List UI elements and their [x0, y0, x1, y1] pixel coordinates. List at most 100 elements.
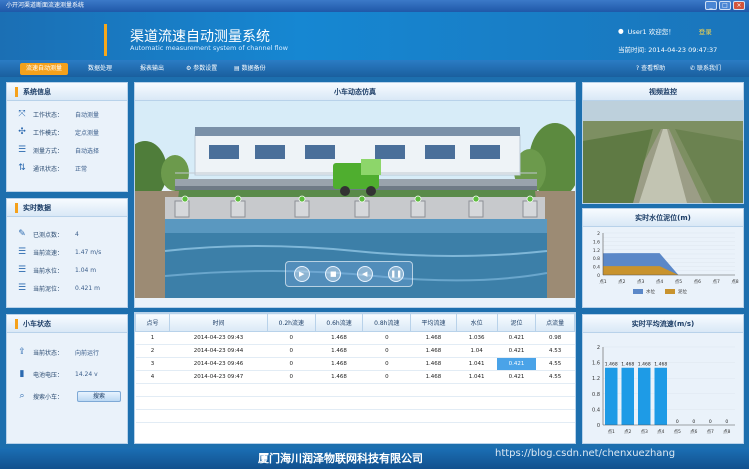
info-value: 自动选择 [75, 147, 100, 155]
table-row[interactable]: 1 2014-04-23 09:43 0 1.468 0 1.468 1.036 0.421 0… [135, 331, 575, 345]
menu-parameter-settings[interactable]: ⚙ 参数设置 [180, 63, 223, 75]
window-titlebar: 小开河渠道断面流速测量系统 _ □ × [0, 0, 749, 12]
panel-title: 实时数据 [23, 204, 51, 212]
x-tick-label: 点1 [599, 279, 606, 285]
speed-bar [638, 367, 651, 425]
column-header[interactable]: 时间 [169, 313, 268, 332]
simulation-header: 小车动态仿真 [135, 83, 575, 101]
y-tick-label: 0 [597, 423, 600, 429]
welcome-text: User1 欢迎您！ [627, 28, 675, 36]
video-feed-image [583, 101, 743, 203]
rewind-icon[interactable]: ◀ [356, 266, 373, 282]
x-tick-label: 点5 [675, 279, 682, 285]
table-row[interactable]: 2 2014-04-23 09:44 0 1.468 0 1.468 1.04 0.421 4.… [135, 344, 575, 358]
menu-report-output[interactable]: 报表输出 [134, 63, 170, 75]
time-value: 2014-04-23 09:47:37 [648, 46, 718, 54]
info-value: 14.24 v [75, 370, 98, 378]
x-tick-label: 点3 [641, 429, 648, 435]
measurement-table: 点号 时间 0.2h流速 0.6h流速 0.8h流速 平均流速 水位 泥位 点流量 1 2014-… [134, 313, 575, 423]
menu-auto-measure[interactable]: 流速自动测量 [20, 63, 69, 75]
window-controls: _ □ × [705, 1, 745, 10]
list-icon: ☰ [17, 145, 27, 155]
table-cell: 1.468 [410, 331, 457, 345]
table-cell: 0 [267, 370, 316, 384]
y-tick-label: 2 [597, 345, 600, 351]
table-cell: 0.421 [497, 370, 536, 384]
table-cell: 1.468 [410, 370, 457, 384]
x-tick-label: 点2 [618, 279, 625, 285]
table-cell: 1.041 [456, 370, 498, 384]
play-icon[interactable]: ▶ [293, 266, 310, 282]
maximize-button[interactable]: □ [719, 1, 731, 10]
info-row-speed: ☰ 当前流速： 1.47 m/s [7, 243, 127, 261]
info-value: 正常 [75, 165, 88, 173]
table-cell: 1.468 [410, 357, 457, 371]
menu-label: 数据备份 [241, 65, 266, 72]
legend-swatch-mud [665, 289, 675, 294]
table-cell: 0 [362, 344, 411, 358]
menu-data-processing[interactable]: 数据处理 [82, 63, 118, 75]
y-tick-label: 0.4 [592, 407, 600, 413]
table-cell: 0 [362, 331, 411, 345]
realtime-header: 实时数据 [7, 199, 127, 217]
list-icon: ☰ [17, 265, 27, 275]
menu-help[interactable]: ? 查看帮助 [630, 63, 671, 75]
column-header[interactable]: 0.6h流速 [314, 313, 364, 332]
watermark: https://blog.csdn.net/chenxuezhang [495, 448, 676, 459]
empty-row [135, 409, 575, 423]
info-label: 当前状态： [33, 349, 64, 357]
menu-contact[interactable]: ✆ 联系我们 [684, 63, 727, 75]
info-label: 当前泥位： [33, 285, 64, 293]
stop-icon[interactable]: ■ [325, 266, 342, 282]
company-name: 厦门海川润泽物联网科技有限公司 [258, 452, 423, 465]
minimize-button[interactable]: _ [705, 1, 717, 10]
panel-title: 系统信息 [23, 88, 51, 96]
sync-icon: ⇅ [18, 163, 26, 173]
table-cell: 2014-04-23 09:44 [169, 344, 268, 358]
y-tick-label: 2 [597, 231, 600, 237]
column-header[interactable]: 平均流速 [410, 313, 457, 332]
column-header[interactable]: 点流量 [535, 313, 575, 332]
info-label: 工作模式： [33, 129, 64, 137]
column-header[interactable]: 0.8h流速 [362, 313, 412, 332]
system-info-header: 系统信息 [7, 83, 127, 101]
close-button[interactable]: × [733, 1, 745, 10]
login-link[interactable]: 登录 [699, 26, 712, 36]
info-row-search-cart: ⌕ 搜索小车： 搜索 [7, 385, 127, 407]
pause-icon[interactable]: ❚❚ [388, 266, 405, 282]
menu-data-backup[interactable]: ▤ 数据备份 [228, 63, 272, 75]
y-tick-label: 0.4 [593, 265, 600, 271]
menu-label: 参数设置 [193, 65, 218, 72]
app-subtitle: Automatic measurement system of channel … [130, 44, 288, 52]
current-time: 当前时间: 2014-04-23 09:47:37 [618, 44, 717, 54]
column-header[interactable]: 泥位 [496, 313, 537, 332]
table-row[interactable]: 4 2014-04-23 09:47 0 1.468 0 1.468 1.041 0.421 4… [135, 370, 575, 384]
x-tick-label: 点6 [690, 429, 697, 435]
table-cell: 0 [362, 370, 411, 384]
bar-value-label: 0 [709, 419, 712, 425]
table-cell: 4.53 [535, 344, 575, 358]
x-tick-label: 点8 [723, 429, 730, 435]
app-header: 渠道流速自动测量系统 Automatic measurement system … [0, 12, 749, 60]
column-header[interactable]: 0.2h流速 [266, 313, 316, 332]
search-cart-button[interactable]: 搜索 [77, 390, 121, 402]
work-status-icon: ⤧ [18, 109, 26, 119]
table-cell: 0.421 [497, 357, 536, 371]
level-chart: 0 0.4 0.8 1.2 1.6 2 点1 点2 点3 点4 点5 点6 点7 点8 水位 泥位 [593, 231, 739, 295]
table-cell: 4 [135, 370, 170, 384]
y-tick-label: 0.8 [593, 256, 600, 262]
info-value: 定点测量 [75, 129, 100, 137]
table-row[interactable]: 3 2014-04-23 09:46 0 1.468 0 1.468 1.041 0.421 4… [135, 357, 575, 371]
table-cell: 4.55 [535, 370, 575, 384]
cart-header: 小车状态 [7, 315, 127, 333]
logo-accent [104, 24, 107, 56]
y-tick-label: 1.2 [593, 248, 600, 254]
simulation-view: ▶ ■ ◀ ❚❚ [135, 101, 575, 298]
x-tick-label: 点4 [656, 279, 663, 285]
legend-label-mud: 泥位 [678, 288, 687, 295]
column-header[interactable]: 点号 [134, 313, 171, 332]
column-header[interactable]: 水位 [455, 313, 498, 332]
cart-status-panel: 小车状态 ⇪ 当前状态： 向前运行 ▮ 电池电压： 14.24 v ⌕ 搜索小车： 搜索 [6, 314, 128, 444]
bar-value-label: 0 [692, 419, 695, 425]
y-tick-label: 1.2 [592, 376, 600, 382]
